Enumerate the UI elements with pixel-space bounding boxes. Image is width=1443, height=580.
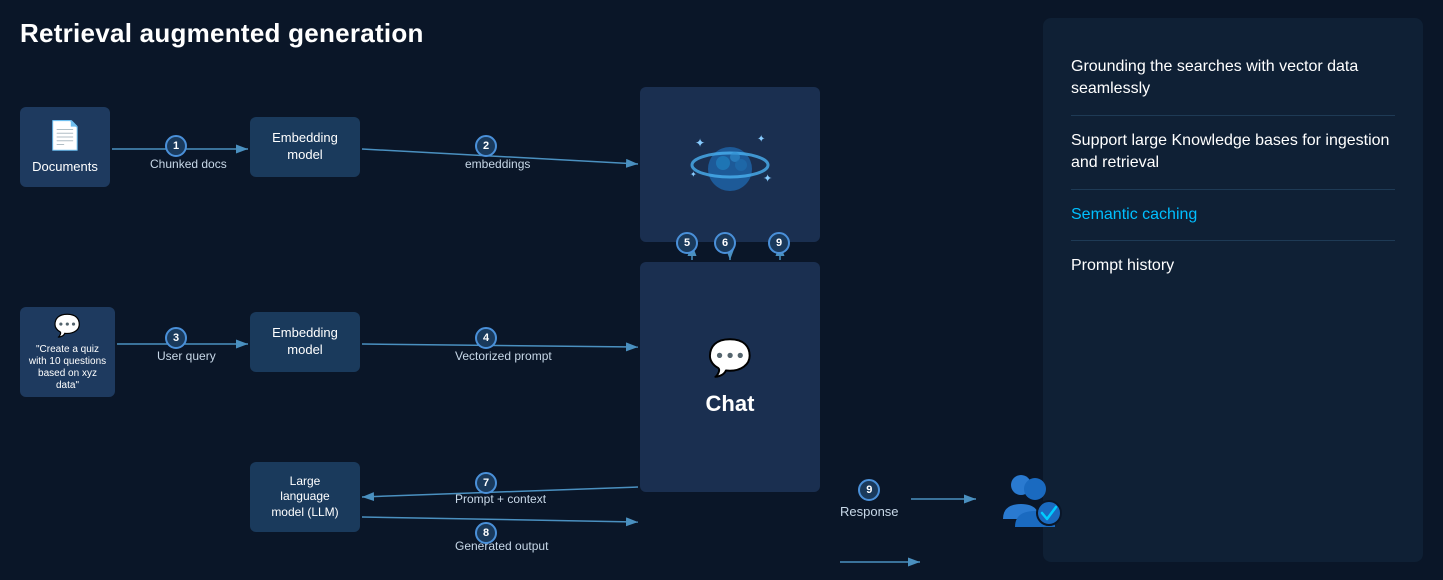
step-8-label: Generated output bbox=[455, 539, 548, 553]
step-3-label: User query bbox=[157, 349, 216, 363]
step-5-circle: 5 bbox=[676, 232, 698, 254]
llm-box: Largelanguagemodel (LLM) bbox=[250, 462, 360, 532]
svg-text:✦: ✦ bbox=[695, 136, 705, 150]
step-9-circle: 9 bbox=[768, 232, 790, 254]
svg-text:✦: ✦ bbox=[757, 134, 765, 145]
step-4-label: Vectorized prompt bbox=[455, 349, 552, 363]
vector-db-box: ✦ ✦ ✦ ✦ bbox=[640, 87, 820, 242]
documents-box: 📄 Documents bbox=[20, 107, 110, 187]
planet-svg: ✦ ✦ ✦ ✦ bbox=[685, 127, 775, 202]
feature-item-1: Grounding the searches with vector data … bbox=[1071, 42, 1395, 116]
chat-box: 💬 Chat bbox=[640, 262, 820, 492]
step-2-circle: 2 bbox=[475, 135, 497, 157]
chat-icon: 💬 bbox=[708, 335, 753, 382]
main-container: Retrieval augmented generation bbox=[0, 0, 1443, 580]
feature-item-2: Support large Knowledge bases for ingest… bbox=[1071, 116, 1395, 190]
response-section: 9 Response bbox=[840, 469, 1063, 529]
embedding-model-bottom: Embeddingmodel bbox=[250, 312, 360, 372]
step-7-label: Prompt + context bbox=[455, 492, 546, 506]
response-circle: 9 bbox=[858, 479, 880, 501]
step-1-circle: 1 bbox=[165, 135, 187, 157]
page-title: Retrieval augmented generation bbox=[20, 18, 1023, 49]
step-4-circle: 4 bbox=[475, 327, 497, 349]
feature-item-4: Prompt history bbox=[1071, 241, 1395, 291]
step-8-circle: 8 bbox=[475, 522, 497, 544]
user-response-icon bbox=[993, 469, 1063, 529]
step-1-label: Chunked docs bbox=[150, 157, 227, 171]
response-label: 9 Response bbox=[840, 479, 899, 519]
embedding-model-top: Embeddingmodel bbox=[250, 117, 360, 177]
step-2-label: embeddings bbox=[465, 157, 530, 171]
right-panel: Grounding the searches with vector data … bbox=[1043, 18, 1423, 562]
feature-text-4: Prompt history bbox=[1071, 257, 1174, 274]
feature-text-2: Support large Knowledge bases for ingest… bbox=[1071, 132, 1389, 171]
step-3-circle: 3 bbox=[165, 327, 187, 349]
diagram-content: 📄 Documents 1 Chunked docs Embeddingmode… bbox=[20, 67, 1023, 547]
feature-text-3: Semantic caching bbox=[1071, 206, 1197, 223]
svg-text:✦: ✦ bbox=[690, 170, 697, 179]
user-icon: 💬 bbox=[54, 312, 81, 341]
feature-item-3: Semantic caching bbox=[1071, 190, 1395, 241]
step-6-circle: 6 bbox=[714, 232, 736, 254]
diagram-area: Retrieval augmented generation bbox=[20, 18, 1023, 562]
svg-text:✦: ✦ bbox=[763, 173, 772, 185]
user-query-box: 💬 "Create a quiz with 10 questions based… bbox=[20, 307, 115, 397]
step-7-circle: 7 bbox=[475, 472, 497, 494]
response-arrow bbox=[911, 491, 981, 507]
feature-text-1: Grounding the searches with vector data … bbox=[1071, 58, 1358, 97]
document-icon: 📄 bbox=[48, 118, 83, 154]
